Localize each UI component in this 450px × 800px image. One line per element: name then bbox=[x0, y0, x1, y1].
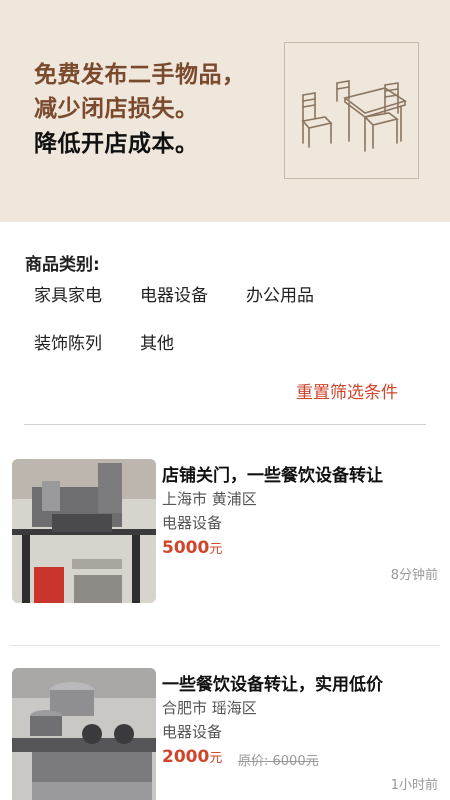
divider bbox=[10, 645, 440, 646]
listing-price: 5000元 bbox=[162, 538, 222, 558]
listing-thumbnail bbox=[12, 668, 156, 800]
listing-price-value: 5000 bbox=[162, 538, 210, 558]
listing-time: 1小时前 bbox=[390, 778, 438, 793]
listing-location: 上海市 黄浦区 bbox=[162, 490, 257, 508]
reset-filters-link[interactable]: 重置筛选条件 bbox=[296, 378, 398, 403]
promo-banner[interactable]: 免费发布二手物品， 减少闭店损失。 降低开店成本。 bbox=[0, 0, 450, 222]
divider bbox=[24, 424, 426, 425]
listing-card[interactable]: 一些餐饮设备转让，实用低价 合肥市 瑶海区 电器设备 2000元 原价: 600… bbox=[0, 668, 450, 800]
banner-image-frame bbox=[284, 42, 419, 179]
listing-price-unit: 元 bbox=[209, 542, 223, 557]
listing-price: 2000元 bbox=[162, 747, 222, 767]
category-filter-title: 商品类别: bbox=[25, 255, 100, 275]
listing-price-value: 2000 bbox=[162, 747, 210, 767]
category-option-decor-display[interactable]: 装饰陈列 bbox=[34, 329, 102, 354]
listing-original-price: 原价: 6000元 bbox=[238, 754, 319, 769]
category-option-office-supplies[interactable]: 办公用品 bbox=[246, 281, 314, 306]
listing-time: 8分钟前 bbox=[390, 568, 438, 583]
listing-title: 一些餐饮设备转让，实用低价 bbox=[162, 675, 383, 695]
listing-title: 店铺关门，一些餐饮设备转让 bbox=[162, 466, 383, 486]
category-option-electrical-equipment[interactable]: 电器设备 bbox=[140, 281, 208, 306]
banner-line-2: 减少闭店损失。 bbox=[34, 96, 199, 122]
listing-category: 电器设备 bbox=[162, 723, 223, 741]
listing-location: 合肥市 瑶海区 bbox=[162, 699, 257, 717]
banner-line-1: 免费发布二手物品， bbox=[34, 62, 246, 88]
banner-line-3: 降低开店成本。 bbox=[34, 131, 199, 157]
listing-card[interactable]: 店铺关门，一些餐饮设备转让 上海市 黄浦区 电器设备 5000元 8分钟前 bbox=[0, 458, 450, 608]
dining-furniture-icon bbox=[301, 80, 407, 152]
listing-price-unit: 元 bbox=[209, 751, 223, 766]
listing-category: 电器设备 bbox=[162, 514, 223, 532]
category-option-furniture-appliances[interactable]: 家具家电 bbox=[34, 281, 102, 306]
category-option-other[interactable]: 其他 bbox=[140, 329, 174, 354]
listing-thumbnail bbox=[12, 459, 156, 603]
